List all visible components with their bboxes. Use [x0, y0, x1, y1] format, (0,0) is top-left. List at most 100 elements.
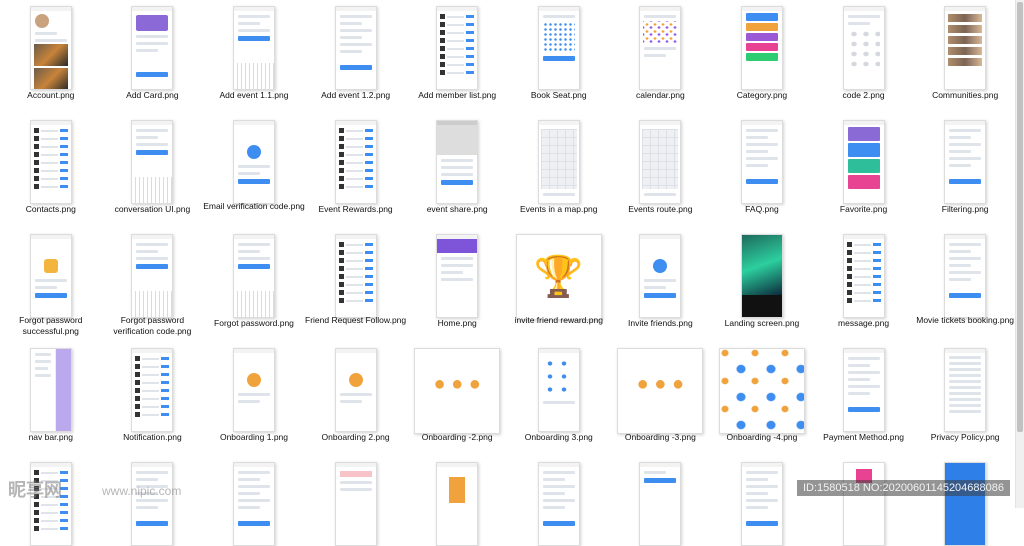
file-name[interactable]: Landing screen.png — [711, 318, 813, 329]
file-name[interactable]: Onboarding 3.png — [508, 432, 610, 443]
file-item[interactable]: Home.png — [406, 228, 508, 342]
file-name[interactable]: Filtering.png — [914, 204, 1016, 215]
file-item[interactable]: conversation UI.png — [102, 114, 204, 228]
vertical-scrollbar[interactable] — [1015, 0, 1024, 508]
file-thumbnail[interactable] — [131, 6, 174, 90]
file-item[interactable]: Add event 1.2.png — [305, 0, 407, 114]
file-thumbnail[interactable] — [29, 234, 72, 318]
file-item[interactable]: ● ● ● Onboarding -2.png — [406, 342, 508, 456]
file-thumbnail[interactable]: ● ● ● — [617, 348, 704, 434]
file-name[interactable]: code 2.png — [813, 90, 915, 101]
file-name[interactable]: Forgot password.png — [203, 318, 305, 329]
file-item[interactable]: Onboarding 1.png — [203, 342, 305, 456]
file-thumbnail[interactable] — [740, 462, 783, 546]
file-item[interactable]: Notification.png — [102, 342, 204, 456]
file-name[interactable]: Favorite.png — [813, 204, 915, 215]
file-name[interactable]: FAQ.png — [711, 204, 813, 215]
file-name[interactable]: Invite friends.png — [610, 318, 712, 329]
scrollbar-thumb[interactable] — [1017, 2, 1023, 432]
file-thumbnail[interactable] — [131, 120, 174, 204]
file-name[interactable]: Home.png — [406, 318, 508, 329]
file-item[interactable]: Forgot password.png — [203, 228, 305, 342]
file-item[interactable] — [406, 456, 508, 546]
file-item[interactable]: Category.png — [711, 0, 813, 114]
file-name[interactable]: event share.png — [406, 204, 508, 215]
file-thumbnail[interactable] — [639, 120, 682, 204]
file-thumbnail[interactable] — [232, 462, 275, 546]
file-item[interactable]: Onboarding -4.png — [711, 342, 813, 456]
file-thumbnail[interactable] — [842, 234, 885, 318]
file-name[interactable]: Contacts.png — [0, 204, 102, 215]
file-name[interactable]: Friend Request Follow.png — [305, 315, 407, 326]
file-name[interactable]: conversation UI.png — [102, 204, 204, 215]
file-thumbnail[interactable] — [334, 6, 377, 90]
file-thumbnail[interactable] — [334, 234, 377, 318]
file-thumbnail[interactable] — [29, 348, 72, 432]
file-item[interactable]: Add Card.png — [102, 0, 204, 114]
file-thumbnail[interactable] — [232, 348, 275, 432]
file-item[interactable]: Event Rewards.png — [305, 114, 407, 228]
file-name[interactable]: Events in a map.png — [508, 204, 610, 215]
file-item[interactable]: ● ● ● Onboarding -3.png — [610, 342, 712, 456]
file-name[interactable]: Account.png — [0, 90, 102, 101]
file-thumbnail[interactable] — [232, 6, 275, 90]
file-thumbnail[interactable] — [537, 6, 580, 90]
file-thumbnail[interactable] — [740, 6, 783, 90]
file-thumbnail[interactable] — [639, 462, 682, 546]
file-name[interactable]: Notification.png — [102, 432, 204, 443]
file-thumbnail[interactable] — [842, 348, 885, 432]
file-name[interactable]: invite friend reward.png — [508, 315, 610, 326]
file-name[interactable]: nav bar.png — [0, 432, 102, 443]
file-thumbnail[interactable] — [944, 234, 987, 318]
file-name[interactable]: Book Seat.png — [508, 90, 610, 101]
file-item[interactable]: calendar.png — [610, 0, 712, 114]
file-item[interactable]: Add event 1.1.png — [203, 0, 305, 114]
file-name[interactable]: Add member list.png — [406, 90, 508, 101]
file-thumbnail[interactable] — [842, 6, 885, 90]
file-name[interactable]: Forgot password successful.png — [0, 315, 102, 337]
file-thumbnail[interactable] — [639, 6, 682, 90]
file-item[interactable]: nav bar.png — [0, 342, 102, 456]
file-thumbnail[interactable] — [436, 234, 479, 318]
file-item[interactable]: 🏆 invite friend reward.png — [508, 228, 610, 342]
file-name[interactable]: message.png — [813, 318, 915, 329]
file-thumbnail[interactable] — [842, 462, 885, 546]
file-thumbnail[interactable] — [29, 120, 72, 204]
file-name[interactable]: Add event 1.1.png — [203, 90, 305, 101]
file-thumbnail[interactable] — [718, 348, 805, 434]
file-item[interactable]: Forgot password verification code.png — [102, 228, 204, 342]
file-thumbnail[interactable] — [944, 462, 987, 546]
file-item[interactable]: Landing screen.png — [711, 228, 813, 342]
file-thumbnail[interactable]: ● ● ● — [414, 348, 501, 434]
file-item[interactable]: FAQ.png — [711, 114, 813, 228]
file-item[interactable] — [610, 456, 712, 546]
file-thumbnail[interactable] — [334, 120, 377, 204]
file-name[interactable]: Add Card.png — [102, 90, 204, 101]
file-thumbnail[interactable] — [436, 6, 479, 90]
file-item[interactable]: Privacy Policy.png — [914, 342, 1016, 456]
file-item[interactable]: Email verification code.png — [203, 114, 305, 228]
file-item[interactable]: Onboarding 3.png — [508, 342, 610, 456]
file-thumbnail[interactable] — [740, 234, 783, 318]
file-item[interactable]: Book Seat.png — [508, 0, 610, 114]
file-item[interactable]: Add member list.png — [406, 0, 508, 114]
file-name[interactable]: Events route.png — [610, 204, 712, 215]
file-item[interactable]: code 2.png — [813, 0, 915, 114]
file-thumbnail[interactable] — [537, 348, 580, 432]
file-item[interactable]: Movie tickets booking.png — [914, 228, 1016, 342]
file-item[interactable]: Filtering.png — [914, 114, 1016, 228]
file-thumbnail[interactable] — [232, 234, 275, 318]
file-thumbnail[interactable] — [29, 462, 72, 546]
file-thumbnail[interactable] — [436, 120, 479, 204]
file-thumbnail[interactable] — [944, 120, 987, 204]
file-thumbnail[interactable] — [944, 6, 987, 90]
file-item[interactable]: Communities.png — [914, 0, 1016, 114]
file-thumbnail[interactable] — [537, 120, 580, 204]
file-name[interactable]: Onboarding -3.png — [610, 432, 712, 443]
file-item[interactable] — [508, 456, 610, 546]
file-item[interactable]: Onboarding 2.png — [305, 342, 407, 456]
file-item[interactable]: Forgot password successful.png — [0, 228, 102, 342]
file-name[interactable]: Onboarding -4.png — [711, 432, 813, 443]
file-thumbnail[interactable] — [537, 462, 580, 546]
file-thumbnail[interactable] — [334, 348, 377, 432]
